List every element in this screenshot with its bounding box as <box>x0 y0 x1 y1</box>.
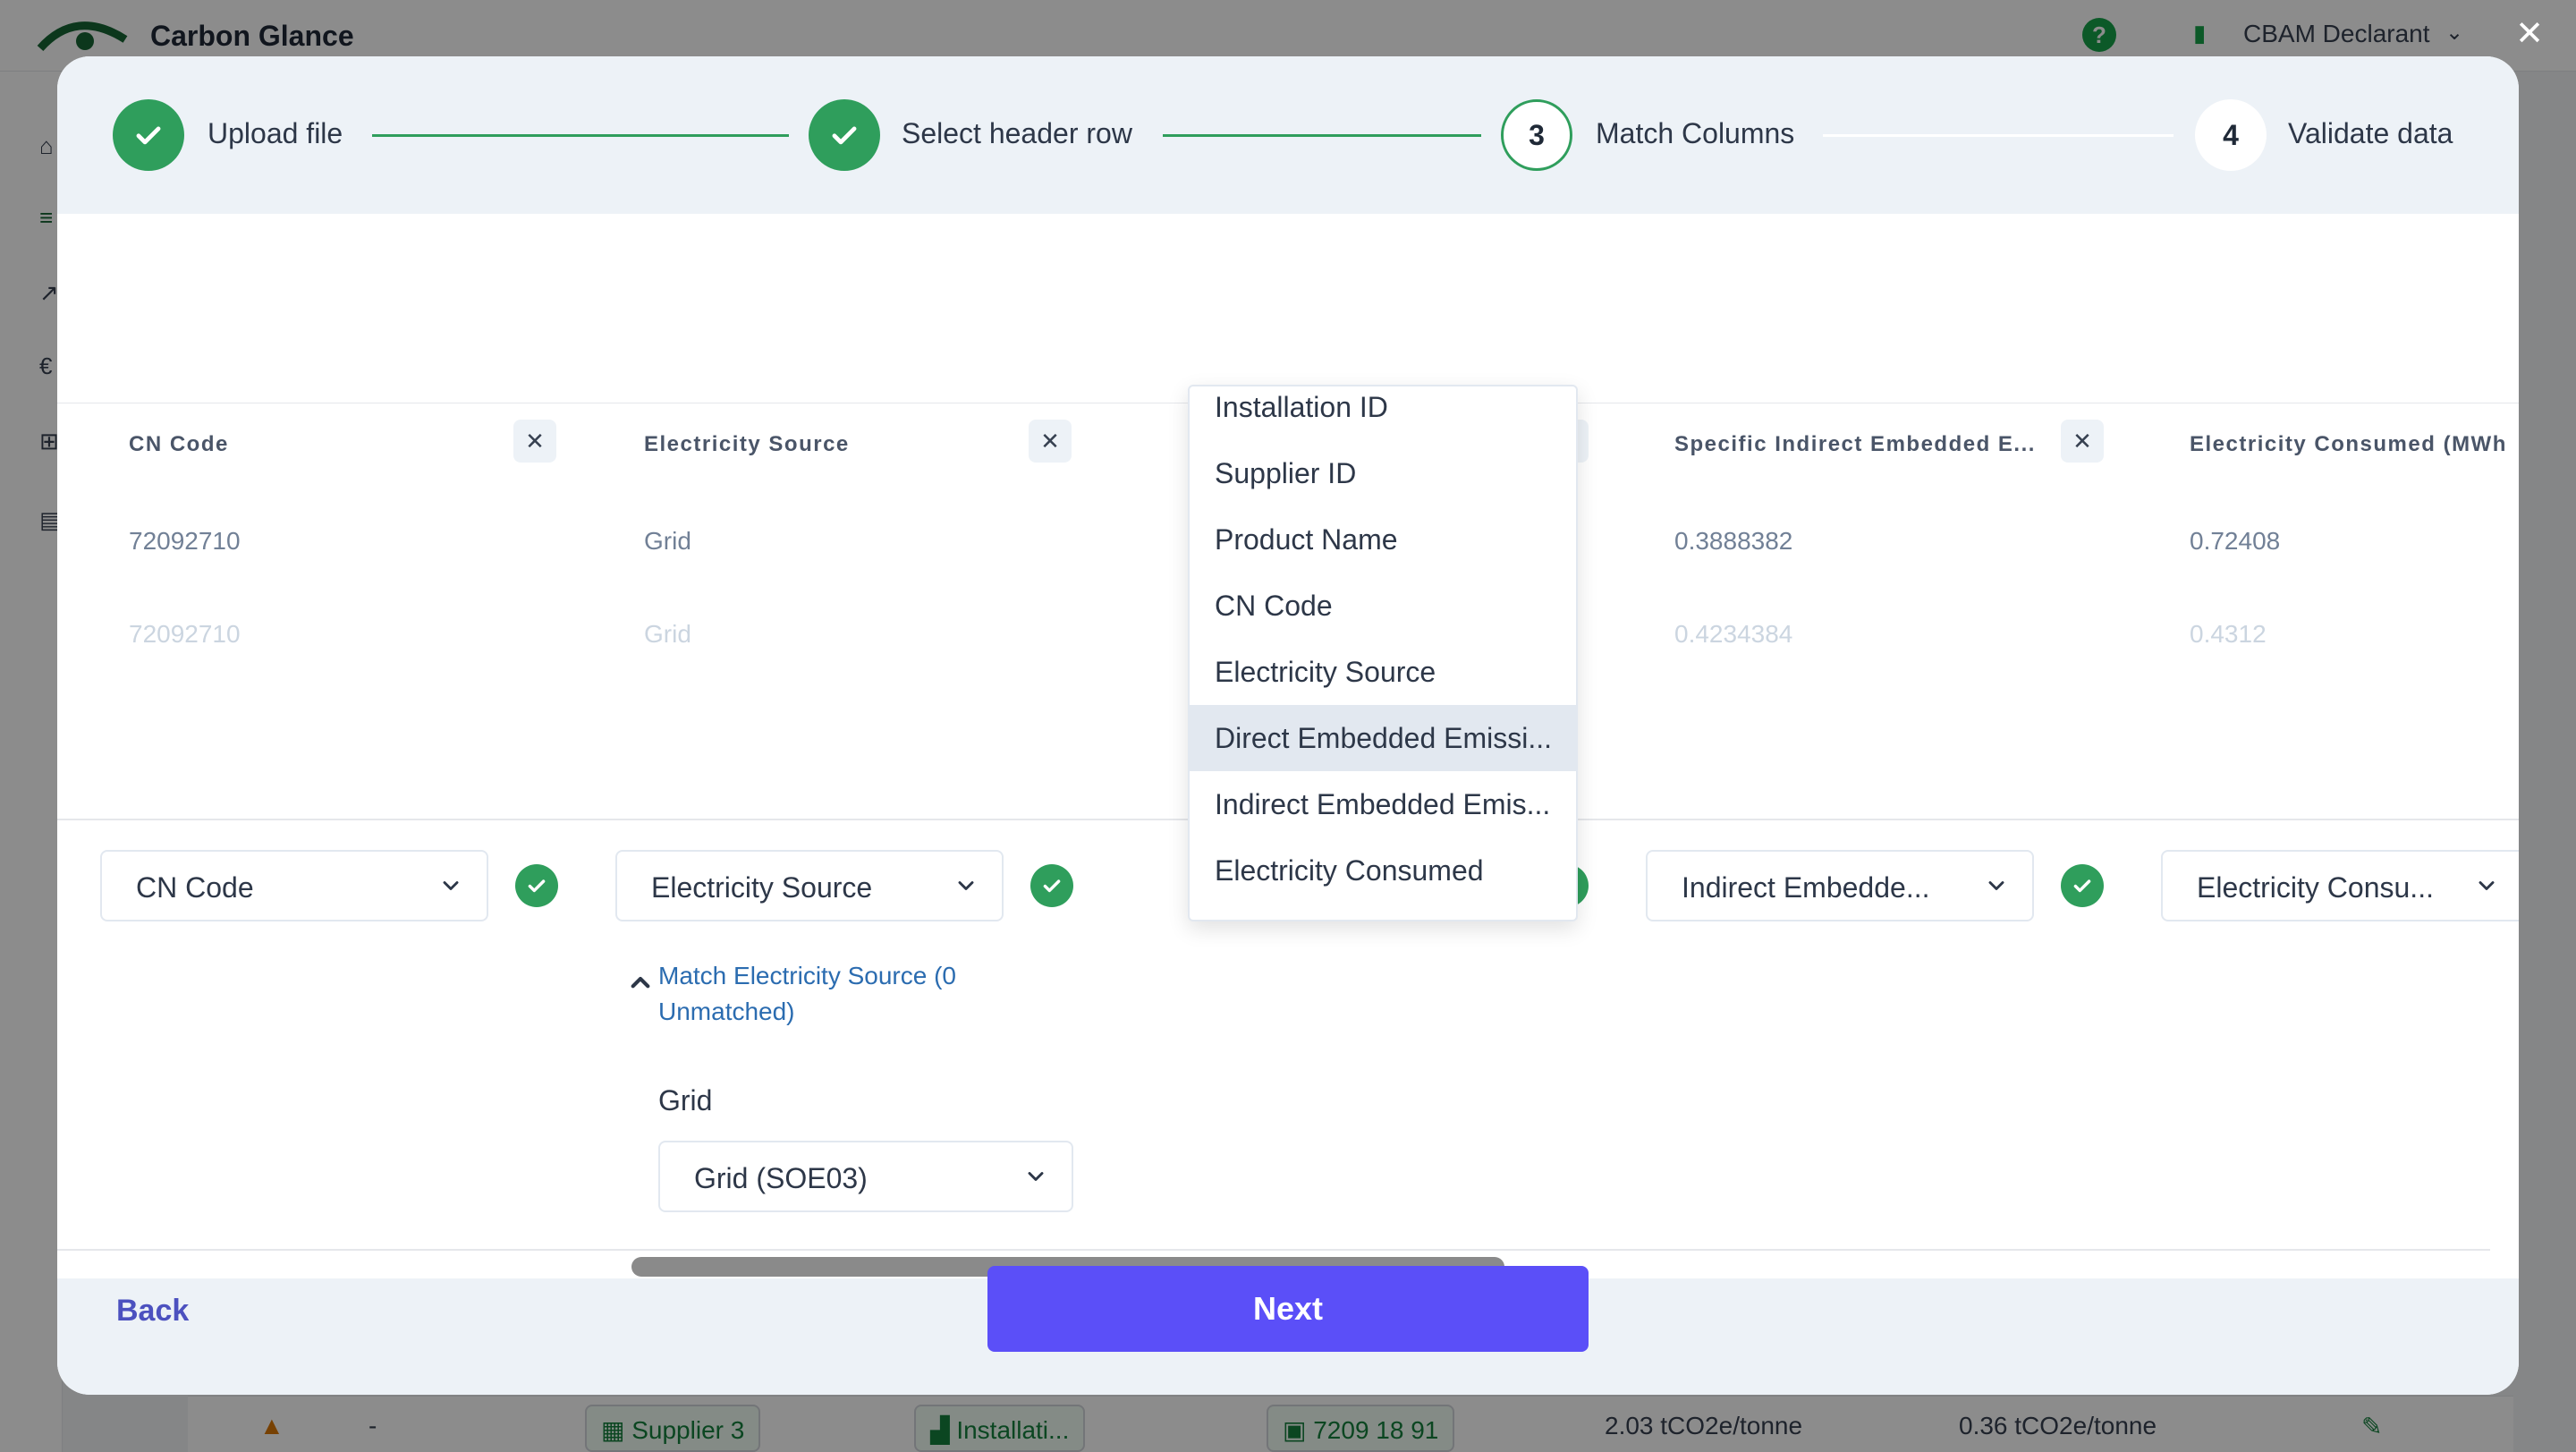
menu-item-highlighted[interactable]: Direct Embedded Emissi... <box>1190 705 1576 771</box>
matched-check-icon <box>1030 864 1073 907</box>
step-connector <box>1823 134 2174 137</box>
step-connector <box>1163 134 1481 137</box>
menu-item[interactable]: Electricity Consumed <box>1190 837 1576 904</box>
step-2-check-icon <box>809 99 880 171</box>
table-cell: Grid <box>644 527 691 555</box>
column-match-select[interactable]: Electricity Source <box>615 850 1004 921</box>
divider <box>57 1249 2490 1251</box>
next-button[interactable]: Next <box>987 1266 1589 1352</box>
column-header-specific-indirect: Specific Indirect Embedded E... <box>1674 432 2036 456</box>
chevron-down-icon <box>1988 881 2004 890</box>
step-3-number: 3 <box>1501 99 1572 171</box>
menu-item[interactable]: Electricity Source <box>1190 639 1576 705</box>
match-value-label: Grid <box>658 1084 713 1117</box>
table-cell: 0.4234384 <box>1674 620 1793 648</box>
chevron-down-icon <box>443 881 459 890</box>
close-icon[interactable]: ✕ <box>2512 16 2547 52</box>
matched-check-icon <box>2061 864 2104 907</box>
step-1-check-icon <box>113 99 184 171</box>
match-value-select[interactable]: Grid (SOE03) <box>658 1141 1073 1212</box>
column-match-select[interactable]: Electricity Consu... <box>2161 850 2519 921</box>
table-cell: 72092710 <box>129 527 241 555</box>
column-header-electricity-source: Electricity Source <box>644 432 850 456</box>
column-header-electricity-consumed: Electricity Consumed (MWh <box>2190 432 2507 456</box>
column-options-menu: Installation ID Supplier ID Product Name… <box>1188 385 1578 921</box>
match-electricity-source-link[interactable]: Match Electricity Source (0 Unmatched) <box>658 958 1016 1030</box>
step-1-label: Upload file <box>208 117 343 149</box>
table-cell: 0.4312 <box>2190 620 2267 648</box>
menu-item[interactable]: CN Code <box>1190 573 1576 639</box>
remove-column-x-icon[interactable]: ✕ <box>513 420 556 463</box>
menu-item[interactable]: Product Name <box>1190 506 1576 573</box>
table-cell: Grid <box>644 620 691 648</box>
chevron-up-icon[interactable] <box>623 965 658 1001</box>
import-modal: Upload file Select header row 3 Match Co… <box>57 56 2519 1395</box>
stepper: Upload file Select header row 3 Match Co… <box>57 56 2519 214</box>
remove-column-x-icon[interactable]: ✕ <box>2061 420 2104 463</box>
menu-item[interactable]: Installation ID <box>1190 386 1576 440</box>
step-2-label: Select header row <box>902 117 1132 149</box>
chevron-down-icon <box>958 881 974 890</box>
column-match-select[interactable]: Indirect Embedde... <box>1646 850 2034 921</box>
back-button[interactable]: Back <box>116 1294 189 1329</box>
table-cell: 0.72408 <box>2190 527 2281 555</box>
step-connector <box>372 134 789 137</box>
remove-column-x-icon[interactable]: ✕ <box>1029 420 1072 463</box>
table-cell: 0.3888382 <box>1674 527 1793 555</box>
step-3-label: Match Columns <box>1596 117 1795 149</box>
menu-item[interactable]: Indirect Embedded Emis... <box>1190 771 1576 837</box>
table-cell: 72092710 <box>129 620 241 648</box>
step-4-label: Validate data <box>2288 117 2453 149</box>
chevron-down-icon <box>2479 881 2495 890</box>
matched-check-icon <box>515 864 558 907</box>
column-header-cn-code: CN Code <box>129 432 229 456</box>
column-match-select[interactable]: CN Code <box>100 850 488 921</box>
menu-item[interactable]: Supplier ID <box>1190 440 1576 506</box>
chevron-down-icon <box>1028 1172 1044 1181</box>
step-4-number: 4 <box>2195 99 2267 171</box>
